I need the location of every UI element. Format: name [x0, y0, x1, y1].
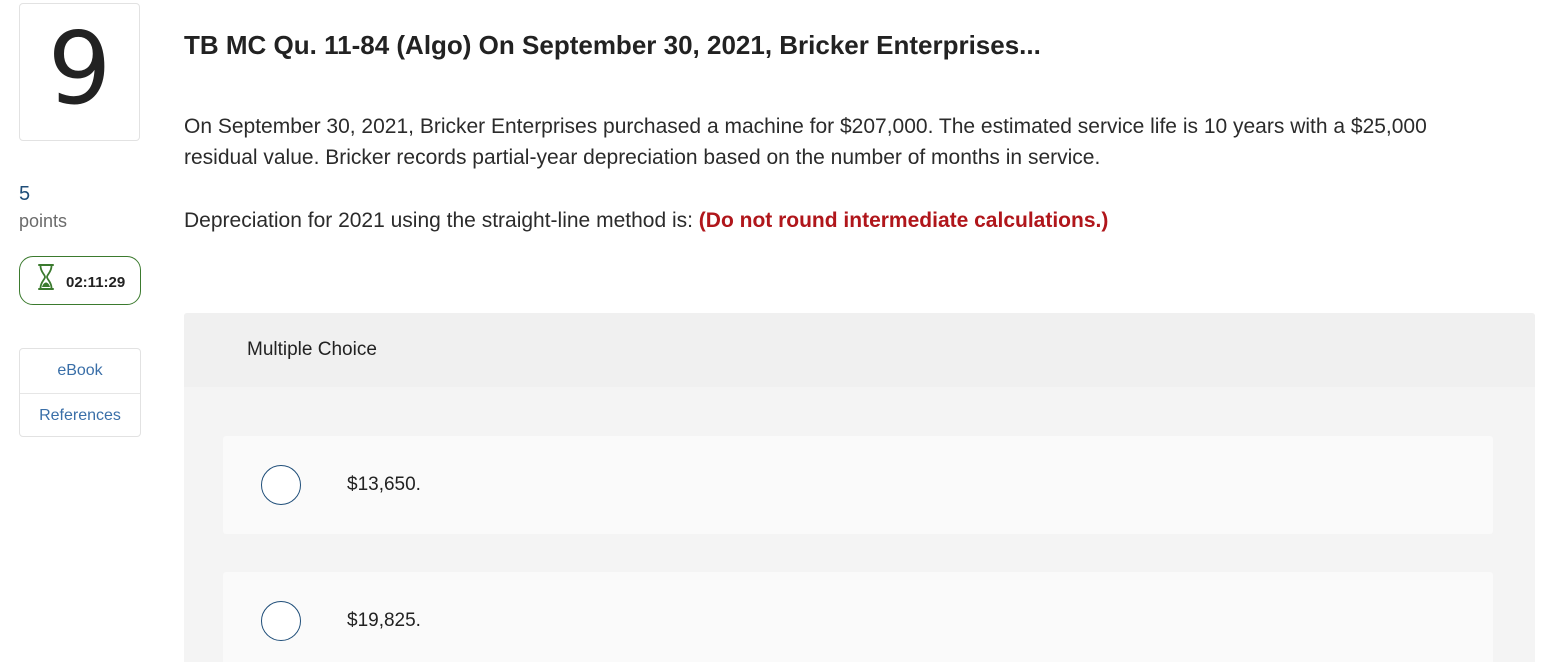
timer-badge: 02:11:29 — [19, 256, 141, 305]
radio-button[interactable] — [261, 601, 301, 641]
ebook-link[interactable]: eBook — [20, 349, 140, 393]
question-title: TB MC Qu. 11-84 (Algo) On September 30, … — [184, 30, 1041, 60]
timer-text: 02:11:29 — [66, 274, 126, 291]
points-value: 5 — [19, 183, 31, 205]
question-number: 9 — [47, 10, 112, 127]
question-body: On September 30, 2021, Bricker Enterpris… — [184, 115, 1427, 169]
choice-option-2[interactable]: $19,825. — [223, 572, 1493, 662]
multiple-choice-header: Multiple Choice — [184, 313, 1535, 387]
prompt-text: Depreciation for 2021 using the straight… — [184, 209, 699, 232]
radio-button[interactable] — [261, 465, 301, 505]
choice-label: $13,650. — [347, 474, 421, 495]
choice-label: $19,825. — [347, 610, 421, 631]
prompt-note: (Do not round intermediate calculations.… — [698, 209, 1109, 232]
question-page: 9 5 points 02:11:29 eBook References TB … — [0, 0, 1560, 662]
question-prompt: Depreciation for 2021 using the straight… — [184, 205, 1108, 236]
hourglass-icon — [38, 263, 54, 290]
points-label: points — [19, 211, 68, 231]
references-link[interactable]: References — [20, 393, 140, 438]
multiple-choice-panel: Multiple Choice $13,650. $19,825. — [184, 313, 1535, 662]
question-number-box: 9 — [19, 3, 140, 141]
resources-panel: eBook References — [19, 348, 141, 437]
choice-option-1[interactable]: $13,650. — [223, 436, 1493, 534]
